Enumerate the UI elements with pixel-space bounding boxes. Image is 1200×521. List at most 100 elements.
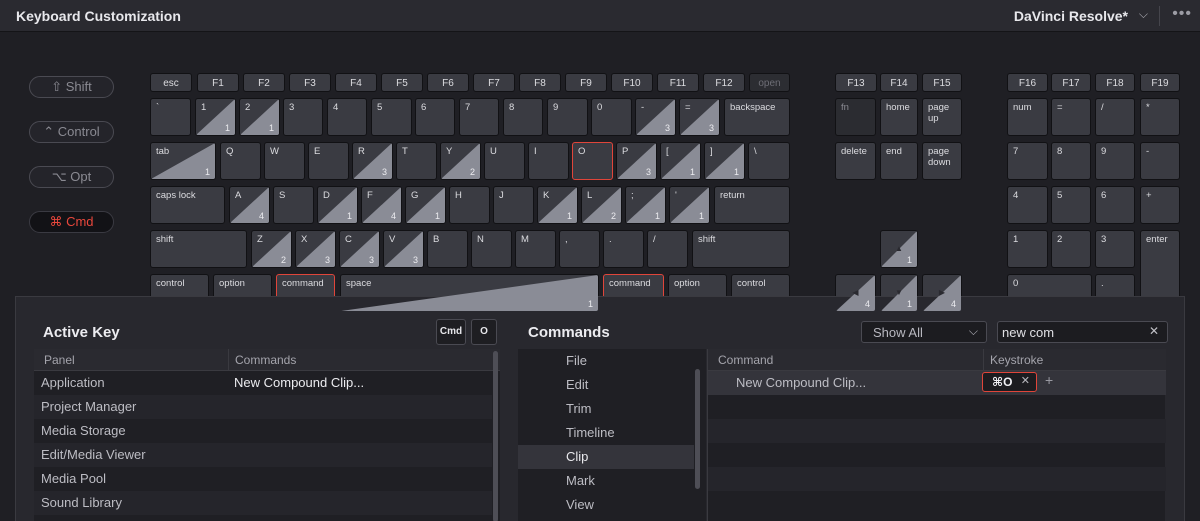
key-f3[interactable]: F3 <box>289 73 331 92</box>
key-k[interactable]: 1K <box>537 186 578 224</box>
list-item[interactable]: Edit <box>518 373 694 397</box>
key-g[interactable]: 1G <box>405 186 446 224</box>
add-keystroke-icon[interactable]: + <box>1045 372 1053 388</box>
key-f17[interactable]: F17 <box>1051 73 1091 92</box>
table-row[interactable]: Media Pool <box>34 467 492 491</box>
table-row[interactable]: New Compound Clip... <box>708 371 1166 395</box>
key-f11[interactable]: F11 <box>657 73 699 92</box>
more-options-icon[interactable]: ••• <box>1172 5 1192 23</box>
key-kp3[interactable]: 3 <box>1095 230 1135 268</box>
key-f10[interactable]: F10 <box>611 73 653 92</box>
key-pageup[interactable]: page up <box>922 98 962 136</box>
key-kpminus[interactable]: - <box>1140 142 1180 180</box>
key-esc[interactable]: esc <box>150 73 192 92</box>
key-t[interactable]: T <box>396 142 437 180</box>
key-kp7[interactable]: 7 <box>1007 142 1048 180</box>
key-backslash[interactable]: \ <box>748 142 790 180</box>
key-f6[interactable]: F6 <box>427 73 469 92</box>
chevron-down-icon[interactable]: ⌵ <box>1139 7 1148 22</box>
key-period[interactable]: . <box>603 230 644 268</box>
key-j[interactable]: J <box>493 186 534 224</box>
key-delete[interactable]: delete <box>835 142 876 180</box>
key-c[interactable]: 3C <box>339 230 380 268</box>
key-l[interactable]: 2L <box>581 186 622 224</box>
key-r[interactable]: 3R <box>352 142 393 180</box>
key-left[interactable]: 4 ◀ <box>835 274 876 312</box>
key-equals[interactable]: 3 = <box>679 98 720 136</box>
key-kpstar[interactable]: * <box>1140 98 1180 136</box>
key-kp4[interactable]: 4 <box>1007 186 1048 224</box>
key-f4[interactable]: F4 <box>335 73 377 92</box>
key-rbracket[interactable]: 1] <box>704 142 745 180</box>
key-f8[interactable]: F8 <box>519 73 561 92</box>
table-row[interactable]: Application New Compound Clip... <box>34 371 492 395</box>
key-n6[interactable]: 6 <box>415 98 455 136</box>
key-num[interactable]: num <box>1007 98 1048 136</box>
key-right[interactable]: 4 ▶ <box>922 274 962 312</box>
key-tab[interactable]: 1 tab <box>150 142 216 180</box>
key-f2[interactable]: F2 <box>243 73 285 92</box>
key-n3[interactable]: 3 <box>283 98 323 136</box>
list-item[interactable]: View <box>518 493 694 517</box>
key-kpslash[interactable]: / <box>1095 98 1135 136</box>
scrollbar[interactable] <box>695 369 700 489</box>
key-down[interactable]: 1 ▼ <box>880 274 918 312</box>
key-m[interactable]: M <box>515 230 556 268</box>
key-i[interactable]: I <box>528 142 569 180</box>
key-f1[interactable]: F1 <box>197 73 239 92</box>
key-kpeq[interactable]: = <box>1051 98 1091 136</box>
key-f7[interactable]: F7 <box>473 73 515 92</box>
list-item[interactable]: Mark <box>518 469 694 493</box>
key-open[interactable]: open <box>749 73 790 92</box>
remove-keystroke-icon[interactable]: ✕ <box>1021 374 1030 387</box>
clear-search-icon[interactable]: ✕ <box>1149 324 1159 338</box>
key-y[interactable]: 2Y <box>440 142 481 180</box>
table-row[interactable]: Media Storage <box>34 419 492 443</box>
key-kp5[interactable]: 5 <box>1051 186 1091 224</box>
key-backspace[interactable]: backspace <box>724 98 790 136</box>
key-f14[interactable]: F14 <box>880 73 918 92</box>
key-f19[interactable]: F19 <box>1140 73 1180 92</box>
key-v[interactable]: 3V <box>383 230 424 268</box>
key-minus[interactable]: 3- <box>635 98 676 136</box>
key-f13[interactable]: F13 <box>835 73 877 92</box>
key-a[interactable]: 4A <box>229 186 270 224</box>
key-kpplus[interactable]: + <box>1140 186 1180 224</box>
key-s[interactable]: S <box>273 186 314 224</box>
key-home[interactable]: home <box>880 98 918 136</box>
key-quote[interactable]: 1 ' <box>669 186 710 224</box>
key-f9[interactable]: F9 <box>565 73 607 92</box>
key-x[interactable]: 3X <box>295 230 336 268</box>
key-f12[interactable]: F12 <box>703 73 745 92</box>
key-n4[interactable]: 4 <box>327 98 367 136</box>
key-up[interactable]: 1 ▲ <box>880 230 918 268</box>
key-f5[interactable]: F5 <box>381 73 423 92</box>
command-search-input[interactable]: new com ✕ <box>997 321 1168 343</box>
key-kp2[interactable]: 2 <box>1051 230 1091 268</box>
key-f18[interactable]: F18 <box>1095 73 1135 92</box>
key-comma[interactable]: , <box>559 230 600 268</box>
table-row[interactable]: Sound Library <box>34 491 492 515</box>
key-capslock[interactable]: caps lock <box>150 186 225 224</box>
keystroke-chip[interactable]: ⌘O ✕ <box>982 372 1037 392</box>
scrollbar[interactable] <box>493 351 498 521</box>
option-modifier-button[interactable]: ⌥ Opt <box>29 166 114 188</box>
key-space[interactable]: 1 space <box>340 274 599 312</box>
key-kp8[interactable]: 8 <box>1051 142 1091 180</box>
control-modifier-button[interactable]: ⌃ Control <box>29 121 114 143</box>
key-z[interactable]: 2Z <box>251 230 292 268</box>
key-n7[interactable]: 7 <box>459 98 499 136</box>
key-lshift[interactable]: shift <box>150 230 247 268</box>
key-kp6[interactable]: 6 <box>1095 186 1135 224</box>
list-item-selected[interactable]: Clip <box>518 445 694 469</box>
key-w[interactable]: W <box>264 142 305 180</box>
key-fnkey[interactable]: fn <box>835 98 876 136</box>
key-f15[interactable]: F15 <box>922 73 962 92</box>
key-n2[interactable]: 12 <box>239 98 280 136</box>
key-n[interactable]: N <box>471 230 512 268</box>
key-b[interactable]: B <box>427 230 468 268</box>
show-filter-dropdown[interactable]: Show All ⌵ <box>861 321 987 343</box>
key-n9[interactable]: 9 <box>547 98 588 136</box>
key-p[interactable]: 3P <box>616 142 657 180</box>
key-rshift[interactable]: shift <box>692 230 790 268</box>
